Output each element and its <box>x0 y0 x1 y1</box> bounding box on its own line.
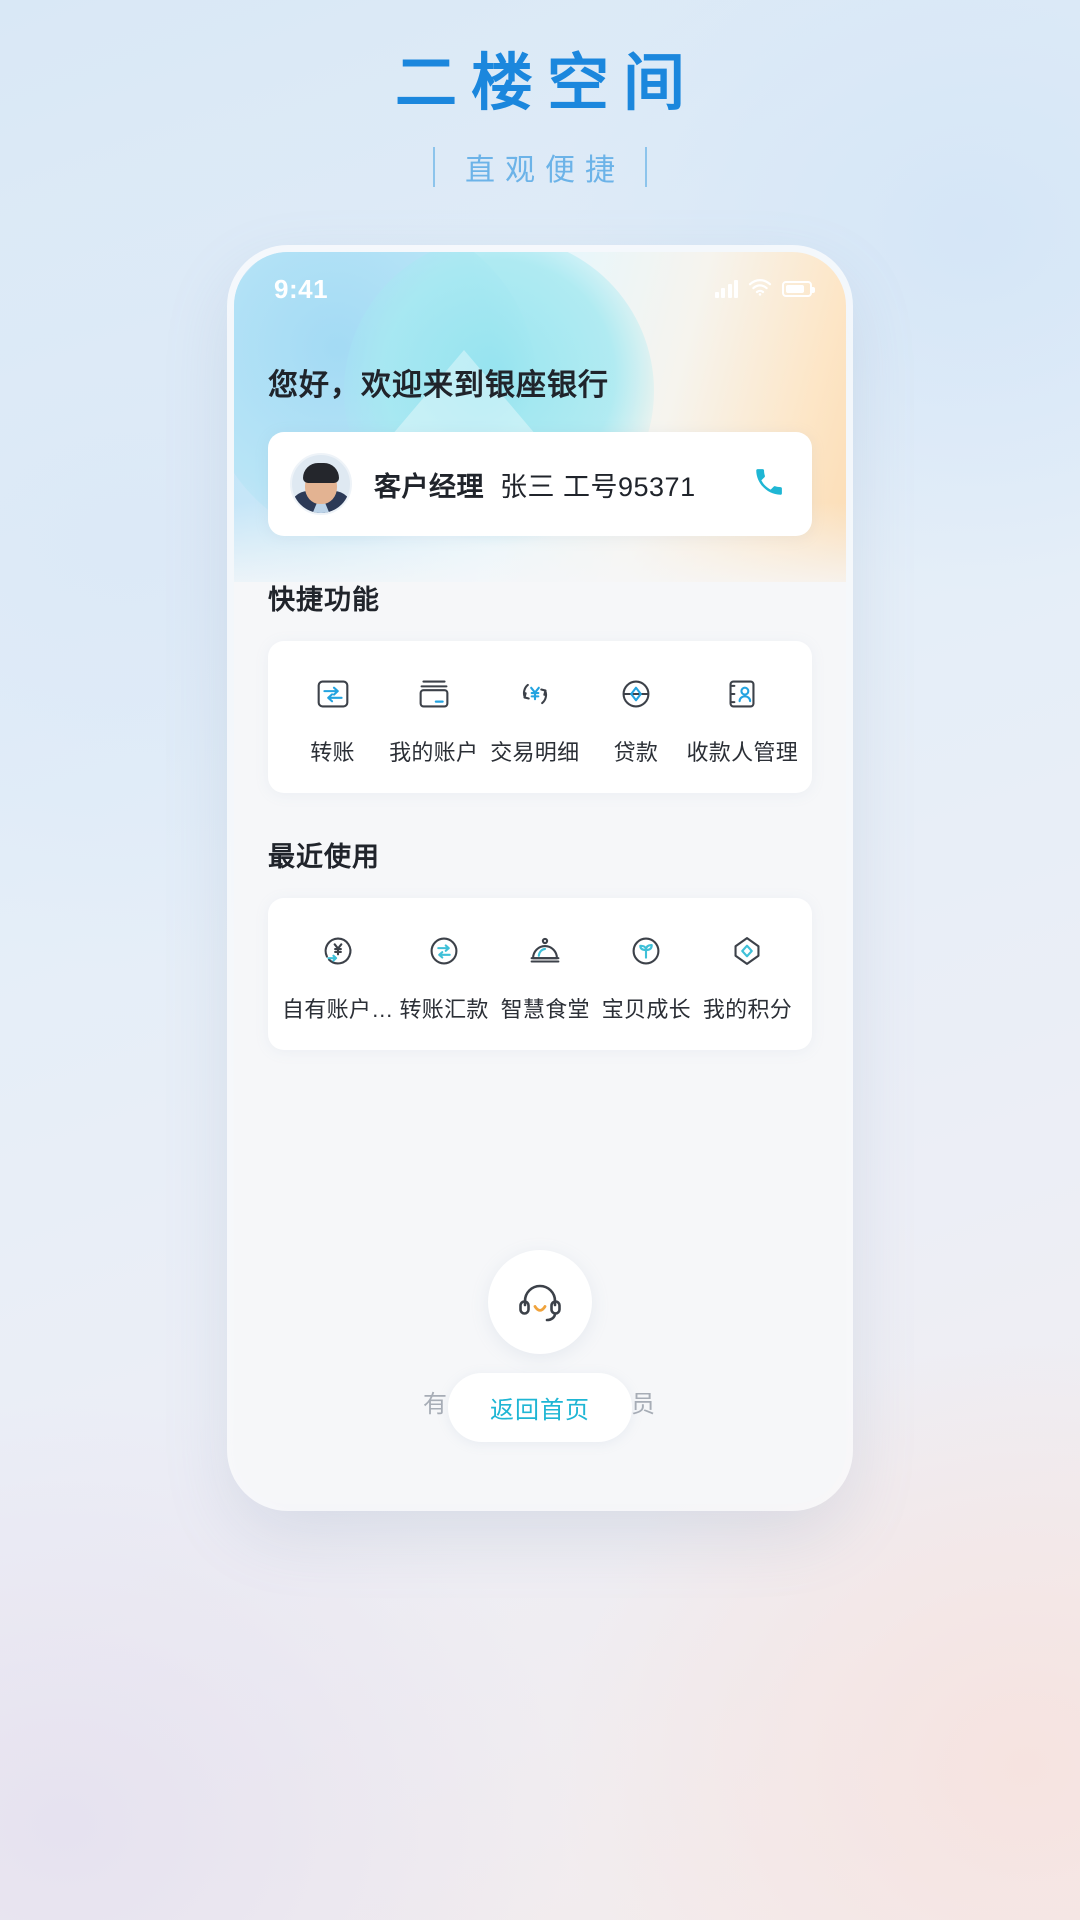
recent-item-own-account[interactable]: 自有账户… <box>282 928 394 1024</box>
status-time: 9:41 <box>274 273 329 304</box>
subtitle-divider-right <box>645 147 647 188</box>
quick-section-title: 快捷功能 <box>268 585 380 615</box>
canteen-cloche-icon <box>524 928 566 974</box>
recent-item-label: 我的积分 <box>702 997 793 1022</box>
recent-item-points[interactable]: 我的积分 <box>697 928 798 1024</box>
card-icon <box>413 671 455 717</box>
page-subtitle: 直观便捷 <box>0 145 1080 189</box>
phone-screen: 您好，欢迎来到银座银行 客户经理 张三 工号95371 快捷功能 转账 我的账户… <box>234 360 846 1419</box>
quick-item-my-account[interactable]: 我的账户 <box>383 671 484 767</box>
manager-avatar <box>290 453 352 515</box>
status-bar: 9:41 <box>234 252 846 310</box>
subtitle-divider-left <box>433 147 435 188</box>
quick-item-label: 我的账户 <box>389 740 479 765</box>
page-title: 二楼空间 <box>394 49 699 118</box>
recent-used-panel: 自有账户… 转账汇款 智慧食堂 宝贝成长 我的积分 <box>268 898 812 1050</box>
recent-item-label: 宝贝成长 <box>601 997 691 1022</box>
quick-item-loan[interactable]: 贷款 <box>585 671 686 767</box>
manager-name-id: 张三 工号95371 <box>500 471 696 502</box>
quick-item-label: 转账 <box>310 740 355 765</box>
headset-icon[interactable] <box>488 1250 592 1354</box>
recent-item-label: 转账汇款 <box>399 997 489 1022</box>
recent-item-remittance[interactable]: 转账汇款 <box>394 928 495 1024</box>
phone-mockup: 9:41 您好，欢迎来到银座银行 客户经理 张三 工号95371 快捷功能 转账… <box>234 252 846 1504</box>
loan-circle-icon <box>615 671 657 717</box>
quick-item-payee-manage[interactable]: 收款人管理 <box>687 671 799 767</box>
phone-icon[interactable] <box>752 465 786 504</box>
recent-item-label: 智慧食堂 <box>500 997 590 1022</box>
recent-item-baby-growth[interactable]: 宝贝成长 <box>596 928 697 1024</box>
own-account-yuan-icon <box>317 928 359 974</box>
recent-item-canteen[interactable]: 智慧食堂 <box>495 928 596 1024</box>
manager-role: 客户经理 <box>374 471 484 502</box>
page-header: 二楼空间 直观便捷 <box>0 0 1080 189</box>
quick-functions-panel: 转账 我的账户 交易明细 贷款 收款人管理 <box>268 641 812 793</box>
manager-card[interactable]: 客户经理 张三 工号95371 <box>268 432 812 536</box>
back-home-button[interactable]: 返回首页 <box>448 1373 632 1442</box>
quick-item-label: 贷款 <box>613 740 659 765</box>
signal-bars-icon <box>714 280 738 298</box>
battery-icon <box>782 281 815 297</box>
recent-item-label: 自有账户… <box>282 997 394 1022</box>
quick-item-transfer[interactable]: 转账 <box>282 671 383 767</box>
recent-section-title: 最近使用 <box>268 842 380 872</box>
greeting-text: 您好，欢迎来到银座银行 <box>268 369 609 402</box>
yuan-refresh-icon <box>514 671 556 717</box>
quick-item-label: 交易明细 <box>490 740 580 765</box>
subtitle-text: 直观便捷 <box>465 154 625 188</box>
quick-item-transaction-detail[interactable]: 交易明细 <box>484 671 585 767</box>
payee-contact-icon <box>721 671 763 717</box>
sprout-icon <box>625 928 667 974</box>
transfer-icon <box>312 671 354 717</box>
points-gem-icon <box>726 928 768 974</box>
remittance-icon <box>423 928 465 974</box>
wifi-icon <box>748 278 772 301</box>
quick-item-label: 收款人管理 <box>686 740 799 765</box>
